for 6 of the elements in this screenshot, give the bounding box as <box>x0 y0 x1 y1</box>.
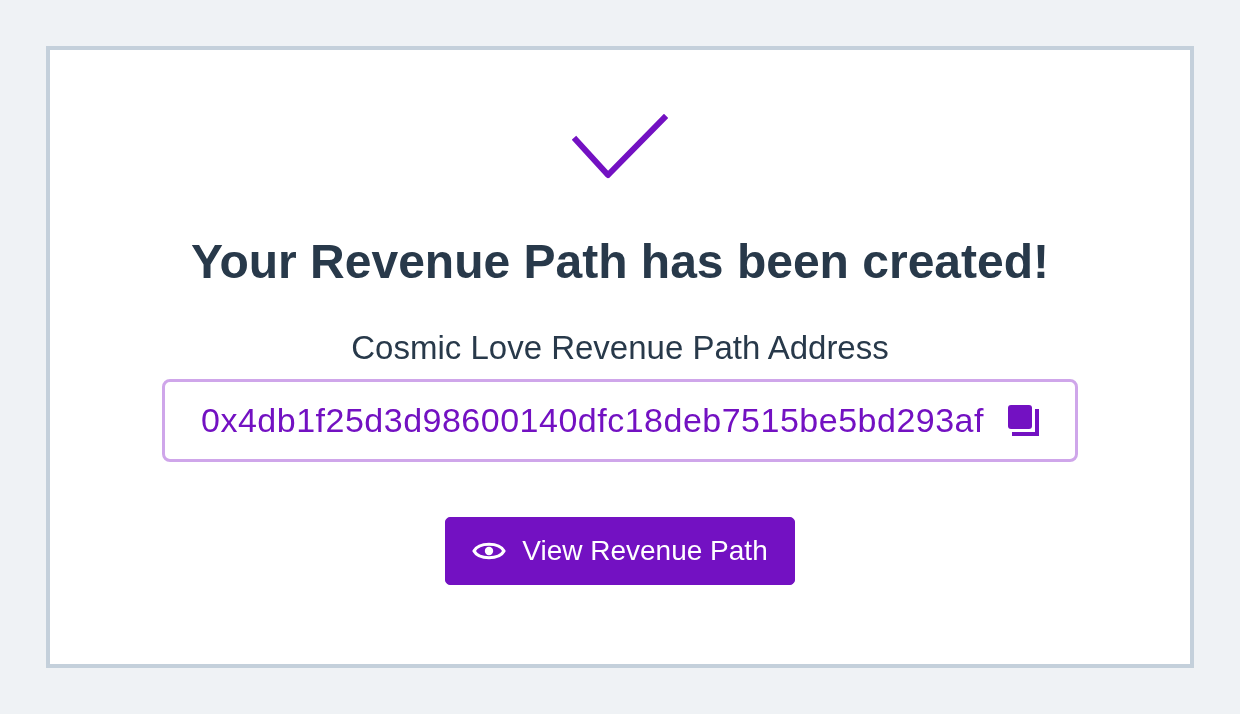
view-button[interactable]: View Revenue Path <box>445 517 795 586</box>
check-icon <box>572 114 668 180</box>
address-text: 0x4db1f25d3d98600140dfc18deb7515be5bd293af <box>201 400 984 442</box>
success-heading: Your Revenue Path has been created! <box>190 234 1049 290</box>
address-label: Cosmic Love Revenue Path Address <box>351 327 889 368</box>
copy-icon[interactable] <box>1008 404 1040 437</box>
